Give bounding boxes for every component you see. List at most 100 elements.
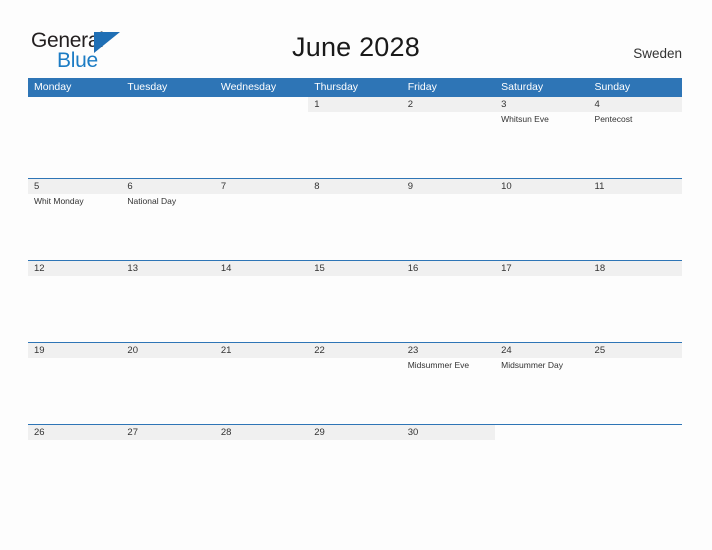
calendar-day-cell[interactable]: 1 [308, 97, 402, 179]
calendar-day-cell[interactable]: 2 [401, 97, 496, 179]
page-title: June 2028 [292, 32, 420, 62]
calendar-body: 1 2 3 Whitsun Eve 4 Pentecost 5 Whit Monday 6 Nat… [28, 97, 682, 506]
day-cell-content: 9 [401, 179, 496, 260]
day-events: Whitsun Eve [501, 114, 586, 126]
date-number-band [121, 97, 214, 112]
calendar-day-cell[interactable]: 26 [28, 424, 122, 506]
day-cell-content: 1 [308, 97, 402, 178]
calendar-day-cell[interactable]: 19 [28, 342, 122, 425]
weekday-header-tuesday: Tuesday [121, 78, 215, 97]
day-cell-content: 28 [214, 425, 309, 506]
date-number-band [495, 97, 589, 112]
event-label: Whitsun Eve [501, 114, 549, 124]
day-cell-content: 10 [495, 179, 589, 260]
date-number: 10 [501, 181, 512, 192]
date-number: 24 [501, 345, 512, 356]
calendar-day-cell[interactable]: 3 Whitsun Eve [495, 97, 589, 179]
day-cell-content: 4 Pentecost [588, 97, 682, 178]
date-number: 1 [314, 99, 320, 110]
calendar-day-cell[interactable]: 22 [308, 342, 402, 425]
date-number: 16 [407, 263, 419, 274]
date-number: 7 [220, 181, 227, 192]
date-number: 23 [407, 345, 419, 356]
day-cell-content: 14 [214, 261, 309, 342]
date-number: 2 [407, 99, 413, 110]
weekday-header-wednesday: Wednesday [214, 78, 309, 97]
event-label: Whit Monday [34, 196, 84, 206]
date-number: 22 [314, 345, 325, 356]
date-number: 26 [34, 427, 45, 438]
date-number-band [28, 179, 122, 194]
calendar-day-cell[interactable]: 13 [121, 260, 215, 343]
calendar-week-row: 5 Whit Monday 6 National Day 7 8 9 10 11 [28, 178, 682, 261]
calendar-day-cell[interactable]: 12 [28, 260, 122, 343]
date-number-band [589, 425, 682, 440]
day-cell-content [495, 425, 588, 506]
date-number: 18 [594, 263, 606, 274]
day-cell-content: 30 [401, 425, 496, 506]
date-number: 20 [127, 345, 138, 356]
calendar-day-cell[interactable]: 24 Midsummer Day [495, 342, 589, 425]
calendar-day-cell[interactable] [495, 424, 589, 506]
calendar-day-cell[interactable] [215, 97, 308, 179]
date-number: 12 [34, 263, 45, 274]
calendar-day-cell[interactable]: 28 [214, 424, 309, 506]
date-number-band [215, 97, 308, 112]
calendar-day-cell[interactable]: 25 [588, 342, 682, 425]
calendar-day-cell[interactable]: 7 [214, 178, 309, 261]
calendar-day-cell[interactable]: 21 [214, 342, 309, 425]
day-cell-content: 15 [308, 261, 402, 342]
calendar-day-cell[interactable]: 8 [308, 178, 402, 261]
date-number: 29 [314, 427, 325, 438]
calendar-day-cell[interactable]: 29 [308, 424, 402, 506]
calendar-header-row: Monday Tuesday Wednesday Thursday Friday… [28, 78, 682, 97]
date-number: 25 [594, 345, 606, 356]
date-number: 15 [314, 263, 325, 274]
date-number: 11 [594, 181, 605, 192]
day-cell-content: 6 National Day [121, 179, 215, 260]
calendar-day-cell[interactable]: 30 [401, 424, 496, 506]
calendar-week-row: 19 20 21 22 23 Midsummer Eve 24 Midsummer Day 25 [28, 342, 682, 425]
day-cell-content [589, 425, 682, 506]
calendar-day-cell[interactable]: 15 [308, 260, 402, 343]
calendar-day-cell[interactable]: 18 [588, 260, 682, 343]
date-number: 14 [220, 263, 232, 274]
calendar-day-cell[interactable]: 5 Whit Monday [28, 178, 122, 261]
event-label: Midsummer Day [501, 360, 563, 370]
calendar-day-cell[interactable]: 10 [495, 178, 589, 261]
day-cell-content: 24 Midsummer Day [495, 343, 589, 424]
calendar-day-cell[interactable]: 27 [121, 424, 215, 506]
event-label: Midsummer Eve [407, 360, 470, 370]
calendar-day-cell[interactable]: 16 [401, 260, 496, 343]
date-number-band [401, 97, 496, 112]
day-cell-content: 21 [214, 343, 309, 424]
day-cell-content: 26 [28, 425, 122, 506]
calendar-day-cell[interactable]: 11 [588, 178, 682, 261]
weekday-header-sunday: Sunday [588, 78, 682, 97]
day-cell-content: 25 [588, 343, 682, 424]
day-cell-content: 13 [121, 261, 215, 342]
day-cell-content: 5 Whit Monday [28, 179, 122, 260]
calendar-day-cell[interactable]: 9 [401, 178, 496, 261]
calendar-day-cell[interactable] [28, 97, 121, 179]
date-number-band [121, 179, 215, 194]
calendar-day-cell[interactable]: 14 [214, 260, 309, 343]
day-cell-content: 12 [28, 261, 122, 342]
date-number: 5 [34, 181, 40, 192]
day-cell-content: 11 [588, 179, 682, 260]
calendar-day-cell[interactable]: 4 Pentecost [588, 97, 682, 179]
calendar-day-cell[interactable] [121, 97, 214, 179]
calendar-day-cell[interactable]: 6 National Day [121, 178, 215, 261]
calendar-week-row: 12 13 14 15 16 17 18 [28, 260, 682, 343]
weekday-header-saturday: Saturday [495, 78, 589, 97]
calendar-day-cell[interactable]: 17 [495, 260, 589, 343]
calendar-week-row: 26 27 28 29 30 [28, 424, 682, 506]
calendar-day-cell[interactable]: 23 Midsummer Eve [401, 342, 496, 425]
date-number: 4 [594, 99, 600, 110]
day-cell-content: 8 [308, 179, 402, 260]
day-cell-content: 2 [401, 97, 496, 178]
day-cell-content: 3 Whitsun Eve [495, 97, 589, 178]
weekday-header-friday: Friday [401, 78, 496, 97]
calendar-day-cell[interactable]: 20 [121, 342, 215, 425]
calendar-day-cell[interactable] [588, 424, 682, 506]
